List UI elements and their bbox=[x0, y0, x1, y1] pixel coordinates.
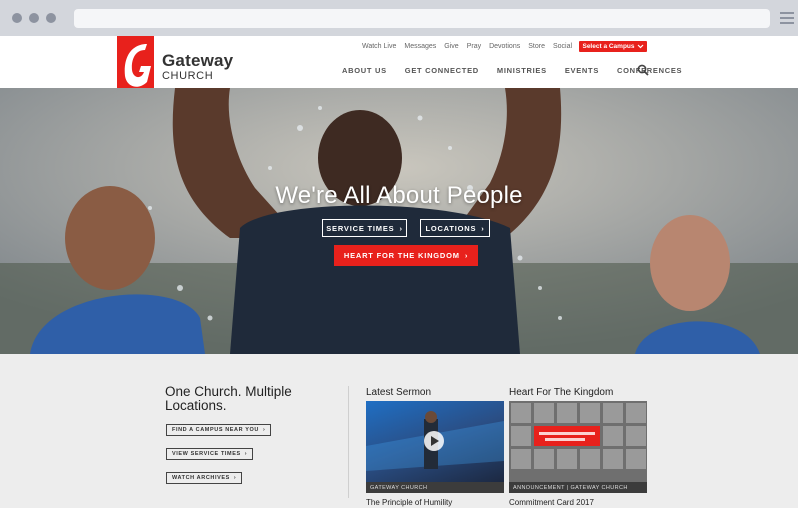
latest-sermon-heading: Latest Sermon bbox=[366, 387, 432, 398]
util-nav-social[interactable]: Social bbox=[553, 43, 572, 50]
locations-button[interactable]: LOCATIONS › bbox=[420, 219, 490, 237]
nav-get-connected[interactable]: GET CONNECTED bbox=[405, 66, 479, 75]
chevron-right-icon: › bbox=[464, 251, 469, 260]
window-dot-icon[interactable] bbox=[29, 13, 39, 23]
nav-about-us[interactable]: ABOUT US bbox=[342, 66, 387, 75]
window-dot-icon[interactable] bbox=[12, 13, 22, 23]
logo-icon[interactable] bbox=[117, 36, 154, 94]
logo-subname: CHURCH bbox=[162, 70, 214, 82]
chevron-right-icon: › bbox=[233, 475, 237, 481]
hamburger-menu-icon[interactable] bbox=[780, 12, 794, 24]
main-nav: ABOUT US GET CONNECTED MINISTRIES EVENTS… bbox=[342, 66, 682, 75]
util-nav-devotions[interactable]: Devotions bbox=[489, 43, 520, 50]
chevron-right-icon: › bbox=[481, 223, 485, 233]
utility-nav: Watch Live Messages Give Pray Devotions … bbox=[362, 43, 572, 50]
window-dot-icon[interactable] bbox=[46, 13, 56, 23]
nav-conferences[interactable]: CONFERENCES bbox=[617, 66, 682, 75]
hero-title: We're All About People bbox=[275, 182, 523, 209]
select-campus-label: Select a Campus bbox=[582, 43, 635, 50]
watch-archives-label: WATCH ARCHIVES bbox=[172, 475, 230, 481]
chevron-down-icon bbox=[637, 44, 643, 49]
section-divider bbox=[348, 386, 349, 498]
nav-ministries[interactable]: MINISTRIES bbox=[497, 66, 547, 75]
watch-archives-button[interactable]: WATCH ARCHIVES › bbox=[166, 472, 243, 484]
heart-kingdom-heading: Heart For The Kingdom bbox=[509, 387, 614, 398]
sermon-title[interactable]: The Principle of Humility bbox=[366, 498, 452, 507]
kingdom-image bbox=[511, 403, 646, 469]
address-bar[interactable] bbox=[74, 9, 770, 28]
sermon-caption: GATEWAY CHURCH bbox=[366, 482, 504, 493]
chevron-right-icon: › bbox=[262, 427, 266, 433]
search-icon[interactable] bbox=[637, 64, 649, 76]
util-nav-give[interactable]: Give bbox=[444, 43, 458, 50]
util-nav-watch-live[interactable]: Watch Live bbox=[362, 43, 396, 50]
campus-heading: One Church. Multiple Locations. bbox=[165, 384, 292, 414]
util-nav-store[interactable]: Store bbox=[528, 43, 545, 50]
logo-wordmark[interactable]: Gateway CHURCH bbox=[162, 52, 233, 82]
logo-name: Gateway bbox=[162, 51, 234, 70]
heart-for-the-kingdom-button[interactable]: HEART FOR THE KINGDOM › bbox=[334, 245, 478, 266]
find-campus-label: FIND A CAMPUS NEAR YOU bbox=[172, 427, 259, 433]
select-campus-button[interactable]: Select a Campus bbox=[579, 41, 647, 52]
util-nav-messages[interactable]: Messages bbox=[404, 43, 436, 50]
util-nav-pray[interactable]: Pray bbox=[467, 43, 481, 50]
heart-for-the-kingdom-label: HEART FOR THE KINGDOM bbox=[343, 251, 460, 260]
locations-label: LOCATIONS bbox=[425, 223, 477, 233]
view-service-times-button[interactable]: VIEW SERVICE TIMES › bbox=[166, 448, 254, 460]
sermon-thumbnail[interactable]: GATEWAY CHURCH bbox=[366, 401, 504, 493]
chevron-right-icon: › bbox=[399, 223, 403, 233]
service-times-button[interactable]: SERVICE TIMES › bbox=[322, 219, 407, 237]
view-service-times-label: VIEW SERVICE TIMES bbox=[172, 451, 241, 457]
chevron-right-icon: › bbox=[244, 451, 248, 457]
kingdom-thumbnail[interactable]: ANNOUNCEMENT | GATEWAY CHURCH bbox=[509, 401, 647, 493]
browser-chrome bbox=[0, 0, 798, 36]
sermon-image bbox=[366, 411, 504, 471]
kingdom-title[interactable]: Commitment Card 2017 bbox=[509, 498, 594, 507]
kingdom-caption: ANNOUNCEMENT | GATEWAY CHURCH bbox=[509, 482, 647, 493]
service-times-label: SERVICE TIMES bbox=[326, 223, 395, 233]
nav-events[interactable]: EVENTS bbox=[565, 66, 599, 75]
find-campus-button[interactable]: FIND A CAMPUS NEAR YOU › bbox=[166, 424, 272, 436]
